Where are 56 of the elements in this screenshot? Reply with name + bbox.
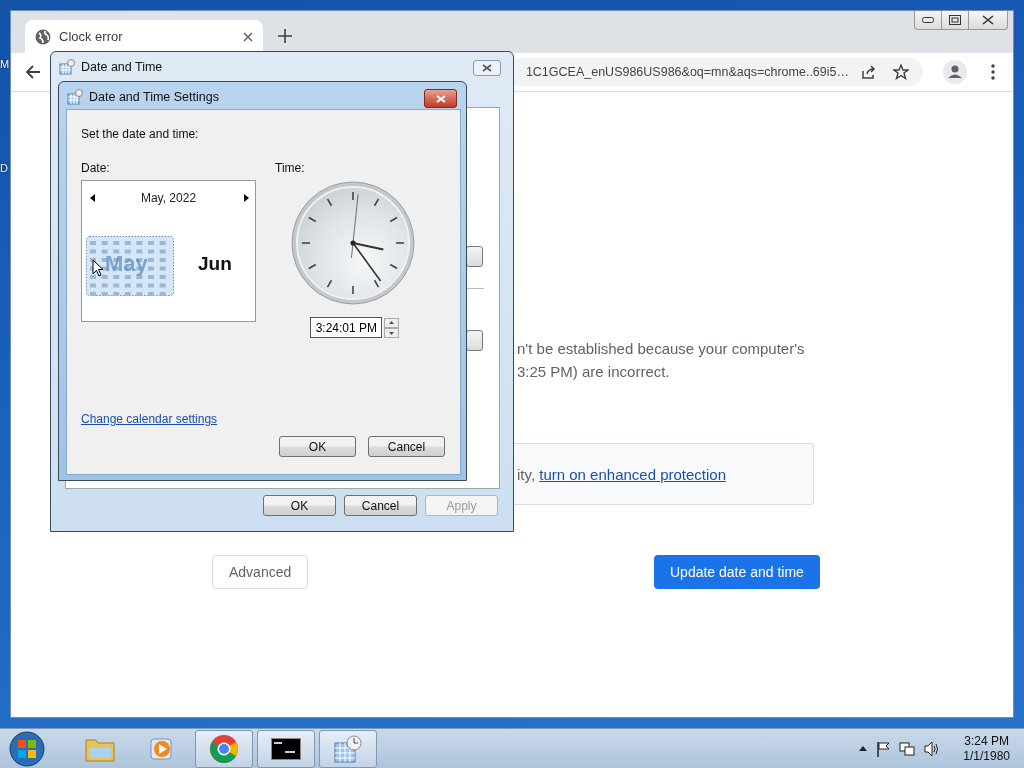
media-player-icon (149, 735, 175, 762)
share-icon[interactable] (861, 64, 877, 80)
advanced-button[interactable]: Advanced (212, 555, 309, 589)
error-message-line: 3:25 PM) are incorrect. (517, 363, 670, 380)
browser-tab[interactable]: Clock error (25, 20, 263, 53)
change-calendar-settings-link[interactable]: Change calendar settings (81, 412, 218, 426)
terminal-icon (271, 737, 301, 760)
new-tab-icon[interactable] (278, 29, 292, 43)
globe-icon (35, 28, 51, 45)
time-field[interactable]: 3:24:01 PM (310, 317, 382, 338)
protection-note: ity, turn on enhanced protection (517, 465, 727, 483)
previous-month-arrow[interactable] (90, 194, 95, 202)
start-button[interactable] (9, 730, 45, 767)
chrome-taskbar-button[interactable] (195, 729, 253, 768)
menu-icon[interactable] (991, 64, 995, 80)
prompt-text: Set the date and time: (81, 127, 199, 141)
window-title: Date and Time Settings (89, 90, 219, 104)
time-spinner[interactable] (384, 318, 399, 338)
profile-icon[interactable] (943, 60, 967, 84)
desktop-icon-label: D (0, 162, 8, 174)
dialog-button[interactable]: OK (279, 436, 356, 457)
enhanced-protection-link[interactable]: turn on enhanced protection (539, 465, 727, 483)
update-button[interactable]: Update date and time (654, 555, 820, 589)
star-icon[interactable] (893, 64, 909, 80)
close-button[interactable] (424, 89, 457, 108)
dialog-button[interactable]: OK (263, 495, 336, 516)
dialog-button[interactable]: Cancel (344, 495, 417, 516)
close-button[interactable] (473, 60, 501, 76)
close-icon[interactable] (243, 31, 253, 42)
desktop-icon-label: M (0, 58, 10, 70)
outgoing-month-text: May (105, 251, 148, 277)
close-icon (982, 15, 994, 25)
date-label: Date: (81, 161, 110, 175)
cursor-icon (92, 259, 104, 277)
maximize-icon (949, 15, 961, 25)
close-icon (435, 94, 446, 103)
terminal-taskbar-button[interactable] (257, 729, 315, 768)
calendar-clock-icon (67, 89, 83, 105)
error-message-line: n't be established because your computer's (517, 340, 805, 357)
incoming-month-text: Jun (198, 253, 232, 275)
close-icon (482, 64, 492, 72)
chrome-icon (209, 733, 239, 764)
calendar-clock-icon (59, 59, 75, 75)
calendar-clock-icon (333, 733, 363, 764)
dialog-button[interactable]: Cancel (368, 436, 445, 457)
show-hidden-icons[interactable] (859, 746, 868, 751)
time-label: Time: (275, 161, 305, 175)
window-title: Date and Time (81, 60, 163, 74)
speaker-icon[interactable] (924, 740, 941, 757)
network-icon[interactable] (899, 740, 916, 757)
flag-icon[interactable] (876, 740, 891, 757)
taskbar-clock[interactable]: 3:24 PM 1/1/1980 (963, 733, 1010, 764)
minimize-icon (922, 17, 934, 23)
next-month-arrow[interactable] (244, 194, 249, 202)
back-icon[interactable] (25, 64, 41, 80)
calendar-header[interactable]: May, 2022 (82, 191, 255, 205)
